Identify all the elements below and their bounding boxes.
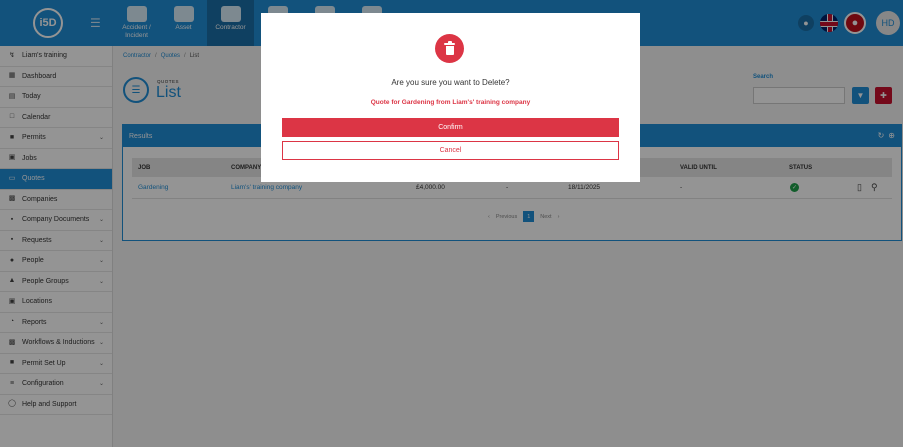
modal-subject: Quote for Gardening from Liam's' trainin… — [370, 99, 531, 106]
modal-question: Are you sure you want to Delete? — [391, 78, 510, 87]
trash-glyph — [444, 41, 455, 55]
cancel-button[interactable]: Cancel — [282, 141, 619, 160]
confirm-button[interactable]: Confirm — [282, 118, 619, 137]
delete-confirm-modal: Are you sure you want to Delete? Quote f… — [261, 13, 640, 182]
trash-icon — [435, 34, 464, 63]
